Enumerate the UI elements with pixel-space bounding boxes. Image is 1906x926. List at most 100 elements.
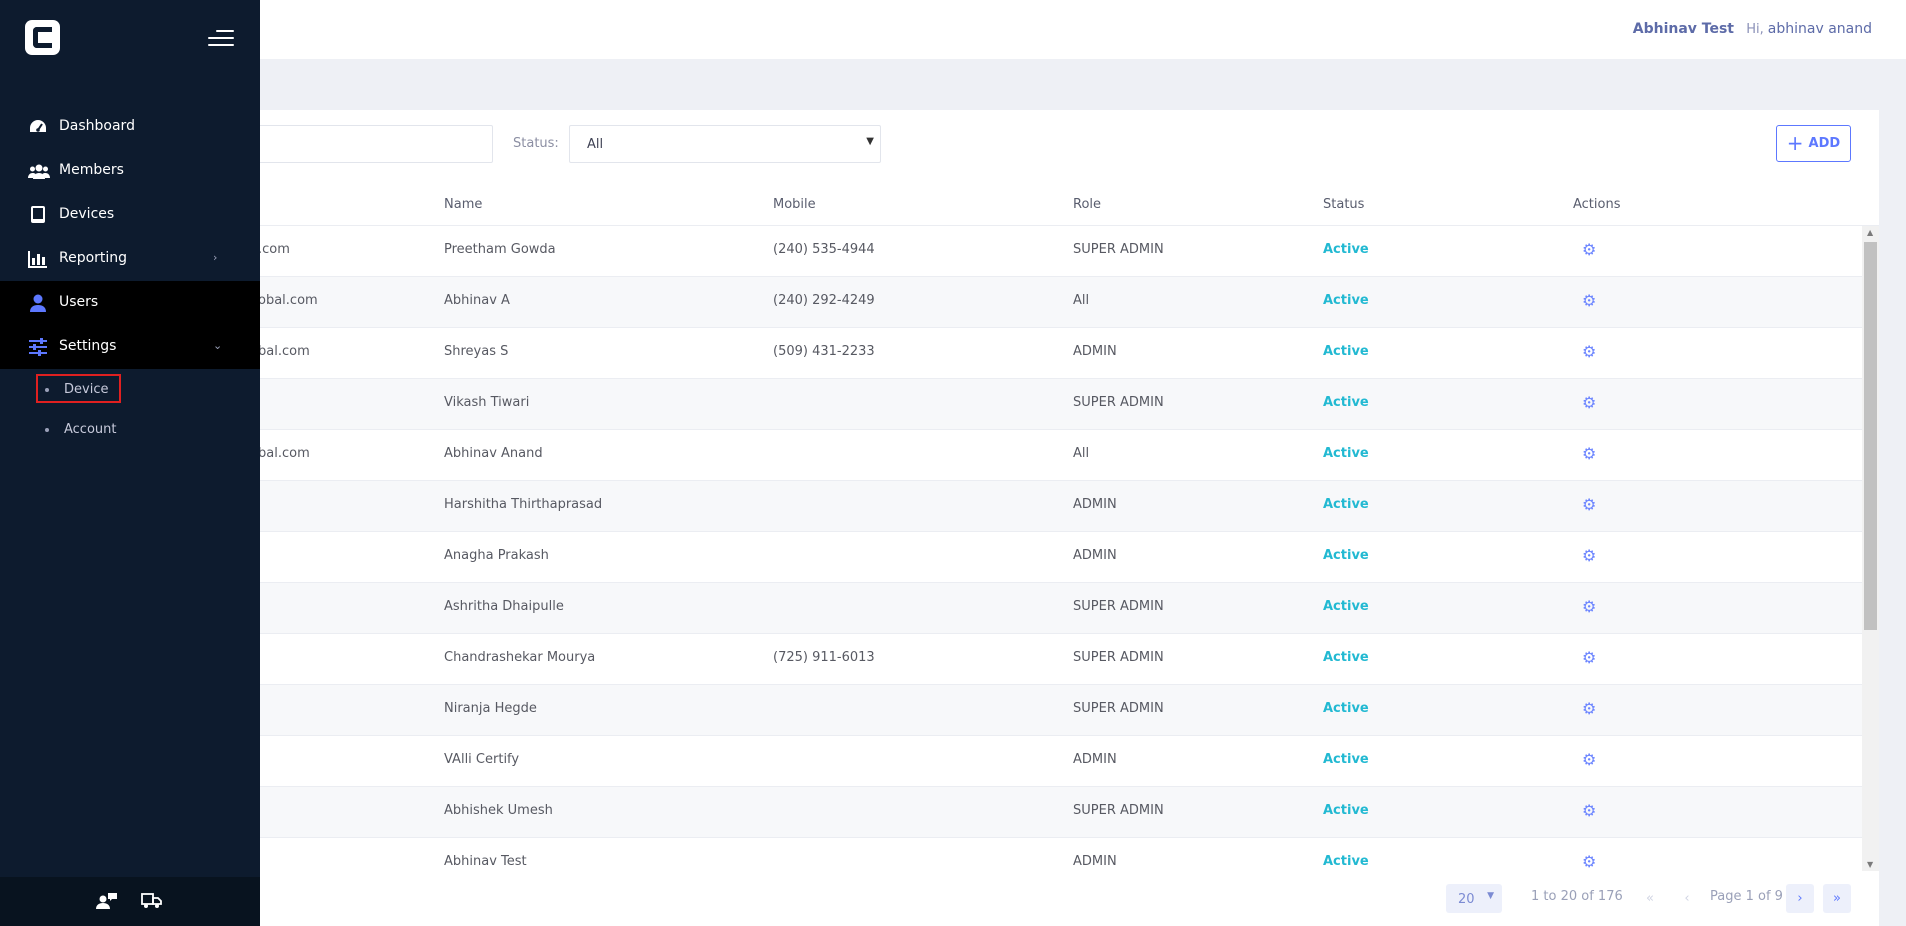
cell-name: VAlli Certify	[444, 752, 520, 767]
user-greeting[interactable]: Hi, abhinav anand	[1746, 21, 1872, 37]
sidebar-item-label: Settings	[59, 338, 117, 354]
gear-icon[interactable]: ⚙	[1582, 495, 1596, 514]
sidebar-item-devices[interactable]: Devices	[0, 193, 260, 237]
pagination-range: 1 to 20 of 176	[1531, 889, 1623, 904]
scroll-down-arrow-icon[interactable]: ▼	[1867, 860, 1873, 869]
user-name: abhinav anand	[1767, 21, 1872, 37]
double-chevron-right-icon: »	[1833, 891, 1841, 906]
gear-icon[interactable]: ⚙	[1582, 801, 1596, 820]
sidebar-item-settings[interactable]: Settings ⌄	[0, 325, 260, 369]
cell-mobile: (725) 911-6013	[773, 650, 875, 665]
chevron-right-icon: ›	[1797, 891, 1803, 906]
sidebar-item-label: Users	[59, 294, 99, 310]
speedometer-icon	[28, 118, 48, 136]
caret-down-icon: ▼	[866, 136, 874, 147]
table-row[interactable]: Abhishek Umesh SUPER ADMIN Active ⚙	[0, 787, 1862, 838]
status-badge: Active	[1323, 344, 1369, 359]
table-row[interactable]: bal.com Shreyas S (509) 431-2233 ADMIN Activ…	[0, 328, 1862, 379]
gear-icon[interactable]: ⚙	[1582, 393, 1596, 412]
status-badge: Active	[1323, 446, 1369, 461]
gear-icon[interactable]: ⚙	[1582, 444, 1596, 463]
sidebar-item-label: Reporting	[59, 250, 128, 266]
table-row[interactable]: obal.com Abhinav A (240) 292-4249 All Active…	[0, 277, 1862, 328]
table-row[interactable]: Niranja Hegde SUPER ADMIN Active ⚙	[0, 685, 1862, 736]
double-chevron-left-icon: «	[1646, 891, 1654, 906]
column-header-role[interactable]: Role	[1073, 197, 1101, 212]
column-header-actions: Actions	[1573, 197, 1621, 212]
add-button[interactable]: + ADD	[1776, 125, 1851, 162]
table-row[interactable]: .com Preetham Gowda (240) 535-4944 SUPER AD…	[0, 226, 1862, 277]
cell-name: Niranja Hegde	[444, 701, 537, 716]
greeting-prefix: Hi,	[1746, 22, 1764, 37]
company-name[interactable]: Abhinav Test	[1633, 21, 1734, 37]
sidebar-subitem-account[interactable]: Account	[0, 414, 260, 446]
scrollbar-thumb[interactable]	[1864, 242, 1877, 630]
cell-name: Abhinav A	[444, 293, 510, 308]
cell-name: Preetham Gowda	[444, 242, 556, 257]
status-badge: Active	[1323, 242, 1369, 257]
table-row[interactable]: Harshitha Thirthaprasad ADMIN Active ⚙	[0, 481, 1862, 532]
table-row[interactable]: Vikash Tiwari SUPER ADMIN Active ⚙	[0, 379, 1862, 430]
table-scrollbar[interactable]: ▲ ▼	[1862, 226, 1879, 871]
cell-role: SUPER ADMIN	[1073, 650, 1164, 665]
app-logo[interactable]	[25, 20, 60, 55]
sidebar-item-members[interactable]: Members	[0, 149, 260, 193]
sidebar-item-users[interactable]: Users	[0, 281, 260, 325]
gear-icon[interactable]: ⚙	[1582, 342, 1596, 361]
sidebar-item-label: Members	[59, 162, 124, 178]
gear-icon[interactable]: ⚙	[1582, 291, 1596, 310]
next-page-button[interactable]: ›	[1786, 884, 1814, 913]
cell-name: Abhinav Anand	[444, 446, 543, 461]
gear-icon[interactable]: ⚙	[1582, 750, 1596, 769]
user-chat-icon[interactable]	[96, 892, 118, 910]
top-header: Abhinav Test Hi, abhinav anand	[0, 0, 1906, 59]
cell-role: ADMIN	[1073, 344, 1117, 359]
cell-email: .com	[258, 242, 290, 257]
status-badge: Active	[1323, 752, 1369, 767]
bullet-icon	[45, 388, 49, 392]
cell-role: All	[1073, 293, 1090, 308]
table-row[interactable]: Abhinav Test ADMIN Active ⚙	[0, 838, 1862, 871]
first-page-button[interactable]: «	[1636, 884, 1664, 913]
table-row[interactable]: Chandrashekar Mourya (725) 911-6013 SUPER …	[0, 634, 1862, 685]
cell-role: SUPER ADMIN	[1073, 701, 1164, 716]
cell-email: bal.com	[258, 344, 310, 359]
tablet-icon	[28, 206, 48, 224]
prev-page-button[interactable]: ‹	[1673, 884, 1701, 913]
bullet-icon	[45, 428, 49, 432]
table-row[interactable]: bal.com Abhinav Anand All Active ⚙	[0, 430, 1862, 481]
table-row[interactable]: Anagha Prakash ADMIN Active ⚙	[0, 532, 1862, 583]
table-row[interactable]: Ashritha Dhaipulle SUPER ADMIN Active ⚙	[0, 583, 1862, 634]
cell-role: SUPER ADMIN	[1073, 599, 1164, 614]
truck-icon[interactable]	[141, 892, 163, 910]
column-header-mobile[interactable]: Mobile	[773, 197, 816, 212]
status-badge: Active	[1323, 650, 1369, 665]
cell-name: Anagha Prakash	[444, 548, 549, 563]
scroll-up-arrow-icon[interactable]: ▲	[1867, 228, 1873, 237]
cell-role: ADMIN	[1073, 854, 1117, 869]
caret-down-icon: ▼	[1487, 891, 1494, 901]
sidebar-item-reporting[interactable]: Reporting ›	[0, 237, 260, 281]
gear-icon[interactable]: ⚙	[1582, 648, 1596, 667]
last-page-button[interactable]: »	[1823, 884, 1851, 913]
table-body: .com Preetham Gowda (240) 535-4944 SUPER AD…	[0, 226, 1862, 871]
sidebar-subitem-device[interactable]: Device	[0, 374, 260, 406]
page-size-select[interactable]: 20 ▼	[1446, 884, 1502, 913]
column-header-status[interactable]: Status	[1323, 197, 1364, 212]
menu-toggle-icon[interactable]	[208, 28, 234, 48]
gear-icon[interactable]: ⚙	[1582, 597, 1596, 616]
gear-icon[interactable]: ⚙	[1582, 852, 1596, 871]
gear-icon[interactable]: ⚙	[1582, 699, 1596, 718]
cell-email: bal.com	[258, 446, 310, 461]
column-header-name[interactable]: Name	[444, 197, 482, 212]
gear-icon[interactable]: ⚙	[1582, 240, 1596, 259]
gear-icon[interactable]: ⚙	[1582, 546, 1596, 565]
status-filter-select[interactable]: All ▼	[569, 125, 881, 163]
cell-role: ADMIN	[1073, 497, 1117, 512]
logo-mark	[33, 27, 52, 48]
cell-mobile: (509) 431-2233	[773, 344, 875, 359]
sidebar-item-dashboard[interactable]: Dashboard	[0, 105, 260, 149]
sidebar-footer	[0, 877, 260, 926]
status-filter-value: All	[587, 137, 604, 152]
table-row[interactable]: VAlli Certify ADMIN Active ⚙	[0, 736, 1862, 787]
